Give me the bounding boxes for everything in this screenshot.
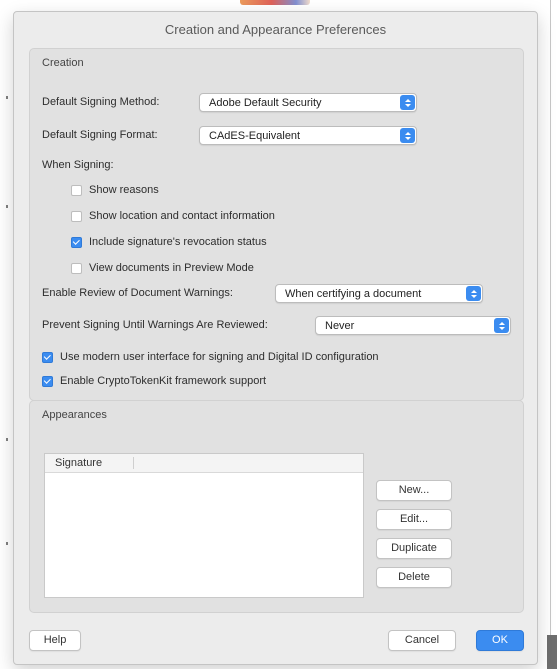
- option-label: View documents in Preview Mode: [89, 262, 254, 274]
- option-preview-mode[interactable]: View documents in Preview Mode: [71, 262, 254, 274]
- review-warnings-label: Enable Review of Document Warnings:: [42, 287, 233, 299]
- option-label: Show location and contact information: [89, 210, 275, 222]
- edit-appearance-button[interactable]: Edit...: [376, 509, 452, 530]
- column-separator: [133, 457, 134, 469]
- option-show-reasons[interactable]: Show reasons: [71, 184, 159, 196]
- help-button[interactable]: Help: [29, 630, 81, 651]
- signing-method-popup[interactable]: Adobe Default Security: [199, 93, 417, 112]
- preferences-dialog: Creation and Appearance Preferences Crea…: [13, 11, 538, 665]
- checkbox-checked[interactable]: [42, 375, 53, 387]
- review-warnings-value: When certifying a document: [285, 288, 422, 300]
- signing-method-label: Default Signing Method:: [42, 96, 160, 108]
- checkbox[interactable]: [71, 184, 82, 196]
- popup-stepper-icon: [400, 95, 415, 110]
- new-appearance-button[interactable]: New...: [376, 480, 452, 501]
- option-label: Include signature's revocation status: [89, 236, 267, 248]
- dialog-title: Creation and Appearance Preferences: [164, 22, 387, 37]
- delete-appearance-button[interactable]: Delete: [376, 567, 452, 588]
- when-signing-label: When Signing:: [42, 159, 114, 171]
- page-edge-scribble: [240, 0, 310, 5]
- option-label: Use modern user interface for signing an…: [60, 351, 379, 363]
- appearances-group: Appearances Signature New... Edit... Dup…: [29, 400, 524, 613]
- prevent-signing-label: Prevent Signing Until Warnings Are Revie…: [42, 319, 268, 331]
- list-header-label: Signature: [55, 457, 103, 469]
- option-show-location[interactable]: Show location and contact information: [71, 210, 275, 222]
- option-modern-ui[interactable]: Use modern user interface for signing an…: [42, 351, 379, 363]
- checkbox[interactable]: [71, 210, 82, 222]
- signing-format-value: CAdES-Equivalent: [209, 130, 301, 142]
- popup-stepper-icon: [466, 286, 481, 301]
- creation-group-title: Creation: [42, 57, 84, 69]
- popup-stepper-icon: [494, 318, 509, 333]
- option-cryptotokenkit[interactable]: Enable CryptoTokenKit framework support: [42, 375, 266, 387]
- signing-format-popup[interactable]: CAdES-Equivalent: [199, 126, 417, 145]
- option-label: Enable CryptoTokenKit framework support: [60, 375, 267, 387]
- list-column-header[interactable]: Signature: [45, 454, 363, 473]
- option-revocation-status[interactable]: Include signature's revocation status: [71, 236, 267, 248]
- duplicate-appearance-button[interactable]: Duplicate: [376, 538, 452, 559]
- page-edge-line: [550, 0, 551, 669]
- checkbox[interactable]: [71, 262, 82, 274]
- prevent-signing-value: Never: [325, 320, 355, 332]
- signing-method-value: Adobe Default Security: [209, 97, 322, 109]
- checkmark-icon: [43, 352, 51, 360]
- checkbox-checked[interactable]: [42, 351, 53, 363]
- option-label: Show reasons: [89, 184, 159, 196]
- signature-appearance-list[interactable]: Signature: [44, 453, 364, 598]
- prevent-signing-popup[interactable]: Never: [315, 316, 511, 335]
- cancel-button[interactable]: Cancel: [388, 630, 456, 651]
- popup-stepper-icon: [400, 128, 415, 143]
- checkmark-icon: [43, 376, 51, 384]
- checkmark-icon: [72, 237, 80, 245]
- creation-group: Creation Default Signing Method: Adobe D…: [29, 48, 524, 401]
- signing-format-label: Default Signing Format:: [42, 129, 158, 141]
- appearances-group-title: Appearances: [42, 409, 107, 421]
- review-warnings-popup[interactable]: When certifying a document: [275, 284, 483, 303]
- checkbox-checked[interactable]: [71, 236, 82, 248]
- ok-button[interactable]: OK: [476, 630, 524, 651]
- page-corner-shadow: [547, 635, 557, 669]
